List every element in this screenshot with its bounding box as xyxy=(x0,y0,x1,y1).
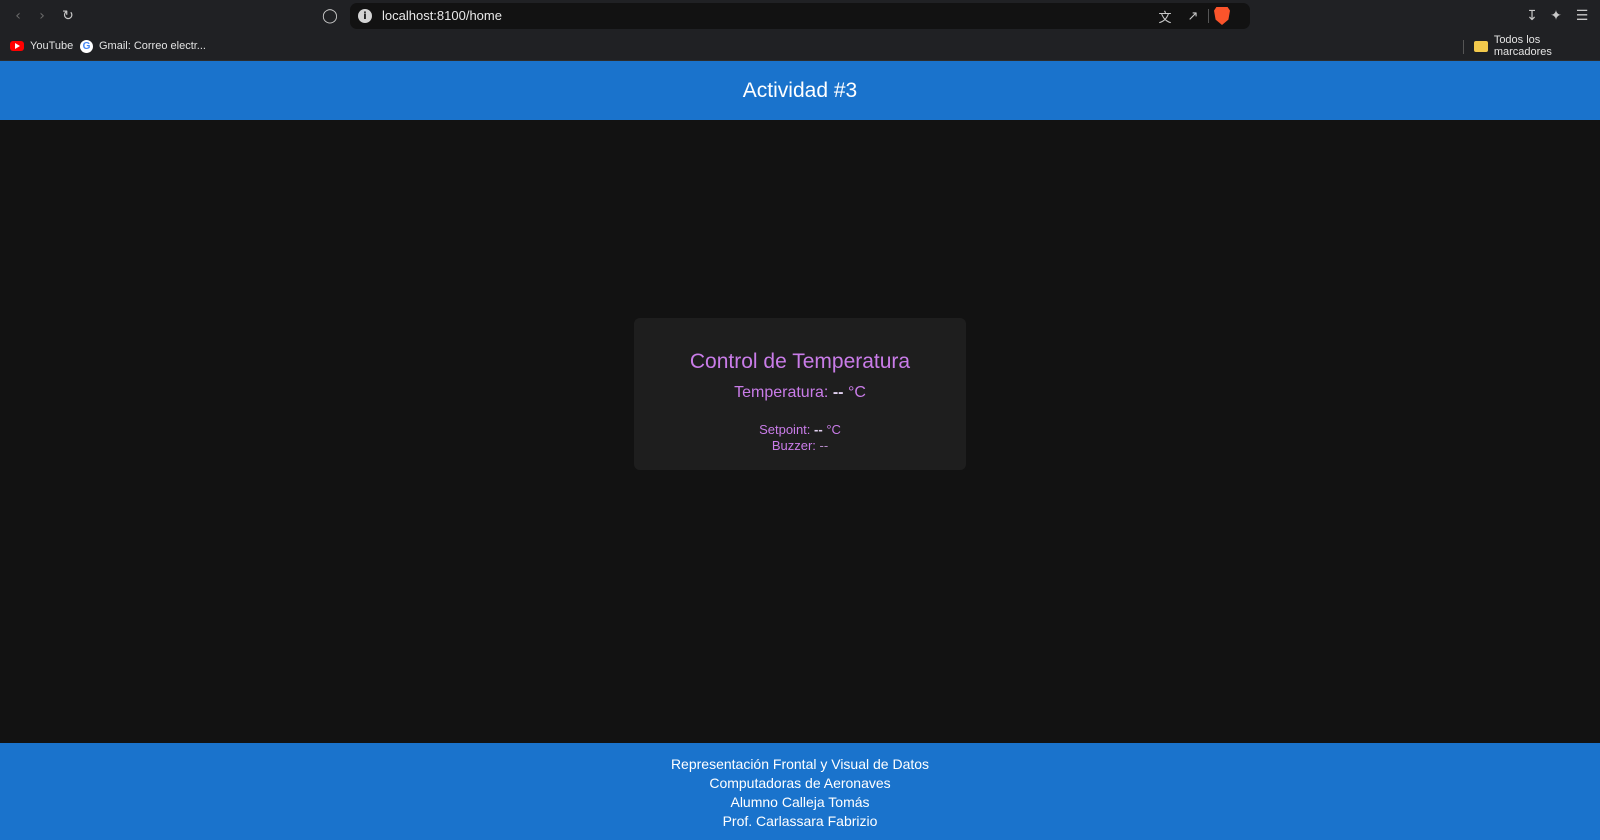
bookmark-gmail[interactable]: G Gmail: Correo electr... xyxy=(80,37,206,55)
footer-student: Alumno Calleja Tomás xyxy=(730,794,870,810)
card-title: Control de Temperatura xyxy=(689,350,911,373)
bookmark-label: YouTube xyxy=(30,40,74,52)
bookmarks-divider xyxy=(1463,40,1464,54)
ai-assistant-icon[interactable]: ✦ xyxy=(1546,6,1566,26)
setpoint-unit: °C xyxy=(826,422,841,437)
page-title: Actividad #3 xyxy=(742,78,858,102)
omnibox-divider xyxy=(1208,9,1209,23)
footer-course: Representación Frontal y Visual de Datos xyxy=(670,756,930,772)
site-info-icon[interactable]: i xyxy=(358,9,372,23)
youtube-icon xyxy=(10,41,24,51)
address-bar[interactable]: i localhost:8100/home 文 ↗ xyxy=(350,3,1250,29)
brave-shields-icon[interactable] xyxy=(1214,7,1230,25)
all-bookmarks-button[interactable]: Todos los marcadores xyxy=(1474,34,1600,58)
browser-toolbar: ‹ › ↻ ◯ i localhost:8100/home 文 ↗ ↧ ✦ ☰ xyxy=(0,0,1600,32)
folder-icon xyxy=(1474,40,1488,52)
google-icon: G xyxy=(80,39,93,53)
menu-icon[interactable]: ☰ xyxy=(1572,6,1592,26)
forward-icon[interactable]: › xyxy=(32,6,52,26)
buzzer-readout: Buzzer: -- xyxy=(634,438,966,453)
back-icon[interactable]: ‹ xyxy=(8,6,28,26)
buzzer-label: Buzzer: xyxy=(771,438,816,453)
footer-professor: Prof. Carlassara Fabrizio xyxy=(722,813,878,829)
bookmarks-bar: YouTube G Gmail: Correo electr... Todos … xyxy=(0,32,1600,61)
setpoint-value: -- xyxy=(814,422,823,437)
temperature-readout: Temperatura: -- °C xyxy=(634,384,966,402)
app-footer: Representación Frontal y Visual de Datos… xyxy=(0,743,1600,840)
temperature-unit: °C xyxy=(847,384,866,401)
bookmark-youtube[interactable]: YouTube xyxy=(10,37,73,55)
bookmark-icon[interactable]: ◯ xyxy=(320,6,340,26)
share-icon[interactable]: ↗ xyxy=(1184,7,1202,25)
main-content: Control de Temperatura Temperatura: -- °… xyxy=(0,120,1600,743)
temperature-label: Temperatura: xyxy=(734,384,829,401)
translate-icon[interactable]: 文 xyxy=(1156,7,1174,26)
download-icon[interactable]: ↧ xyxy=(1522,6,1542,26)
all-bookmarks-label: Todos los marcadores xyxy=(1493,34,1552,58)
bookmark-label: Gmail: Correo electr... xyxy=(99,40,206,52)
temperature-card: Control de Temperatura Temperatura: -- °… xyxy=(634,318,966,470)
app-header: Actividad #3 xyxy=(0,61,1600,120)
temperature-value: -- xyxy=(832,384,844,401)
setpoint-label: Setpoint: xyxy=(759,422,811,437)
footer-subject: Computadoras de Aeronaves xyxy=(709,775,891,791)
reload-icon[interactable]: ↻ xyxy=(58,6,78,26)
url-text[interactable]: localhost:8100/home xyxy=(382,8,502,23)
setpoint-readout: Setpoint: -- °C xyxy=(634,422,966,437)
buzzer-value: -- xyxy=(819,438,829,453)
